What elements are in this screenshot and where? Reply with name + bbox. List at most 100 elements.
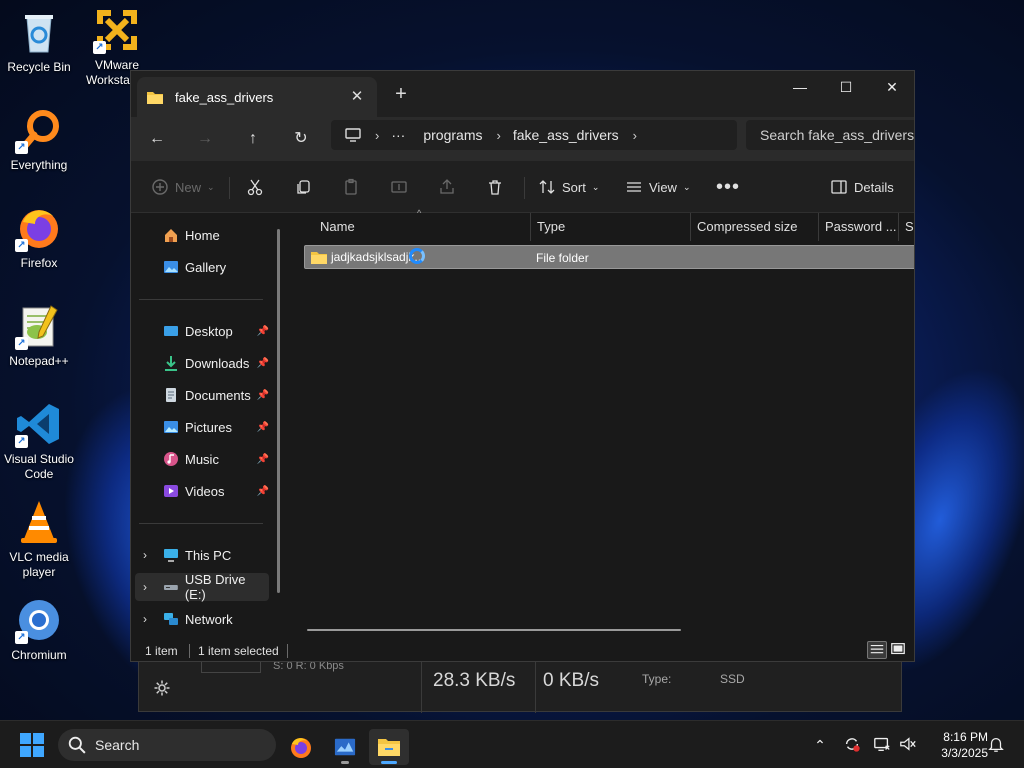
address-bar[interactable]: › ··· programs › fake_ass_drivers › — [331, 120, 737, 150]
gear-icon[interactable] — [153, 679, 171, 697]
trash-icon — [489, 180, 501, 195]
desktop-icon-notepad-plus-plus[interactable]: ↗ Notepad++ — [0, 302, 78, 369]
horizontal-scrollbar[interactable] — [307, 629, 681, 631]
column-header-size[interactable]: Si — [898, 213, 914, 241]
maximize-button[interactable]: ☐ — [823, 71, 869, 103]
running-indicator — [341, 761, 349, 764]
up-arrow-icon[interactable]: ↑ — [238, 125, 268, 153]
delete-button[interactable] — [486, 175, 504, 199]
chevron-down-icon: ⌄ — [207, 181, 215, 192]
minimize-button[interactable]: — — [777, 71, 823, 103]
clock-time: 8:16 PM — [943, 730, 988, 744]
sidebar-item-label: Music — [185, 451, 219, 467]
chevron-right-icon[interactable]: › — [143, 580, 147, 594]
forward-arrow-icon[interactable]: → — [190, 125, 220, 153]
back-arrow-icon[interactable]: ← — [142, 125, 172, 153]
desktop-icon-chromium[interactable]: ↗ Chromium — [0, 596, 78, 663]
column-header-type[interactable]: Type — [530, 213, 690, 241]
sort-button[interactable]: Sort ⌄ — [538, 175, 599, 199]
sidebar-item-this-pc[interactable]: › This PC — [135, 541, 269, 569]
sync-icon[interactable] — [842, 735, 862, 755]
clipboard-icon — [345, 178, 357, 195]
search-input[interactable] — [746, 120, 914, 150]
sidebar-item-videos[interactable]: Videos 📌 — [135, 477, 269, 505]
copy-button[interactable] — [294, 175, 312, 199]
pin-icon: 📌 — [256, 453, 269, 465]
paste-button[interactable] — [342, 175, 360, 199]
desktop-icon-recycle-bin[interactable]: Recycle Bin — [0, 8, 78, 75]
desktop-icon-vscode[interactable]: ↗ Visual Studio Code — [0, 400, 78, 482]
sidebar-item-desktop[interactable]: Desktop 📌 — [135, 317, 269, 345]
file-explorer-window[interactable]: fake_ass_drivers ✕ + — ☐ ✕ ← → ↑ ↻ › ···… — [130, 70, 915, 662]
divider — [139, 299, 263, 300]
pin-icon: 📌 — [256, 325, 269, 337]
shortcut-arrow-icon: ↗ — [15, 337, 28, 350]
taskbar-clock[interactable]: 8:16 PM 3/3/2025 — [926, 729, 988, 761]
column-header-name[interactable]: Name — [313, 213, 531, 241]
windows-start-icon[interactable] — [20, 733, 44, 757]
rename-button[interactable] — [390, 175, 408, 199]
breadcrumb-chevron-icon[interactable]: › — [375, 128, 379, 143]
breadcrumb-programs[interactable]: programs — [423, 127, 482, 143]
recycle-bin-icon — [15, 8, 63, 56]
close-tab-icon[interactable]: ✕ — [347, 87, 367, 107]
table-row[interactable]: jadjkadsjklsadjk... File folder — [304, 245, 914, 269]
network-status-icon[interactable] — [872, 735, 892, 755]
volume-muted-icon[interactable] — [898, 735, 918, 755]
tiles-view-toggle[interactable] — [889, 641, 909, 659]
breadcrumb-chevron-icon[interactable]: › — [633, 128, 637, 143]
pin-icon: 📌 — [256, 357, 269, 369]
view-button[interactable]: View ⌄ — [625, 175, 691, 199]
tab-fake-ass-drivers[interactable]: fake_ass_drivers ✕ — [137, 77, 377, 117]
close-window-button[interactable]: ✕ — [869, 71, 914, 103]
desktop-icon-firefox[interactable]: ↗ Firefox — [0, 204, 78, 271]
details-button[interactable]: Details — [830, 175, 894, 199]
refresh-icon[interactable]: ↻ — [286, 125, 316, 153]
sidebar-item-downloads[interactable]: Downloads 📌 — [135, 349, 269, 377]
desktop-icon-label: Notepad++ — [9, 354, 69, 368]
new-button[interactable]: New ⌄ — [151, 175, 215, 199]
taskbar-app-file-explorer[interactable] — [369, 729, 409, 765]
sidebar-scrollbar[interactable] — [277, 229, 280, 593]
more-options-button[interactable]: ••• — [716, 175, 740, 199]
breadcrumb-chevron-icon[interactable]: › — [496, 128, 500, 143]
taskbar-app-firefox[interactable] — [281, 729, 321, 765]
sidebar-item-gallery[interactable]: Gallery — [135, 253, 269, 281]
chevron-right-icon[interactable]: › — [143, 612, 147, 626]
file-name-cell: jadjkadsjklsadjk... — [311, 250, 424, 264]
plus-circle-icon — [152, 179, 168, 195]
taskbar-app-task-manager[interactable] — [325, 729, 365, 765]
document-icon — [166, 388, 176, 402]
sidebar-item-documents[interactable]: Documents 📌 — [135, 381, 269, 409]
desktop-icon-vlc[interactable]: VLC media player — [0, 498, 78, 580]
download-icon — [165, 356, 177, 371]
title-bar[interactable]: fake_ass_drivers ✕ + — ☐ ✕ — [131, 71, 914, 117]
computer-icon — [164, 549, 178, 562]
column-header-password[interactable]: Password ... — [818, 213, 898, 241]
sidebar-item-usb-drive[interactable]: › USB Drive (E:) — [135, 572, 269, 602]
new-tab-button[interactable]: + — [389, 83, 413, 107]
sidebar-item-pictures[interactable]: Pictures 📌 — [135, 413, 269, 441]
usb-drive-icon — [163, 585, 178, 590]
divider — [524, 177, 525, 199]
cut-button[interactable] — [246, 175, 264, 199]
shortcut-arrow-icon: ↗ — [15, 435, 28, 448]
chevron-up-icon[interactable]: ⌃ — [810, 735, 830, 755]
type-label: Type: — [642, 672, 672, 686]
share-button[interactable] — [438, 175, 456, 199]
details-view-toggle[interactable] — [867, 641, 887, 659]
vlc-icon — [15, 498, 63, 546]
desktop-icon-label: Chromium — [11, 648, 67, 662]
sidebar-item-home[interactable]: Home — [135, 221, 269, 249]
rename-icon — [391, 181, 407, 193]
column-header-compressed-size[interactable]: Compressed size — [690, 213, 818, 241]
taskbar-search-box[interactable]: Search — [58, 729, 276, 761]
chevron-right-icon[interactable]: › — [143, 548, 147, 562]
sidebar-item-network[interactable]: › Network — [135, 605, 269, 633]
breadcrumb-fake-ass-drivers[interactable]: fake_ass_drivers — [513, 127, 619, 143]
desktop-icon-everything[interactable]: ↗ Everything — [0, 106, 78, 173]
notification-bell-icon[interactable] — [986, 735, 1006, 755]
ellipsis-icon: ••• — [716, 175, 741, 198]
sidebar-item-music[interactable]: Music 📌 — [135, 445, 269, 473]
breadcrumb-overflow[interactable]: ··· — [391, 127, 405, 143]
